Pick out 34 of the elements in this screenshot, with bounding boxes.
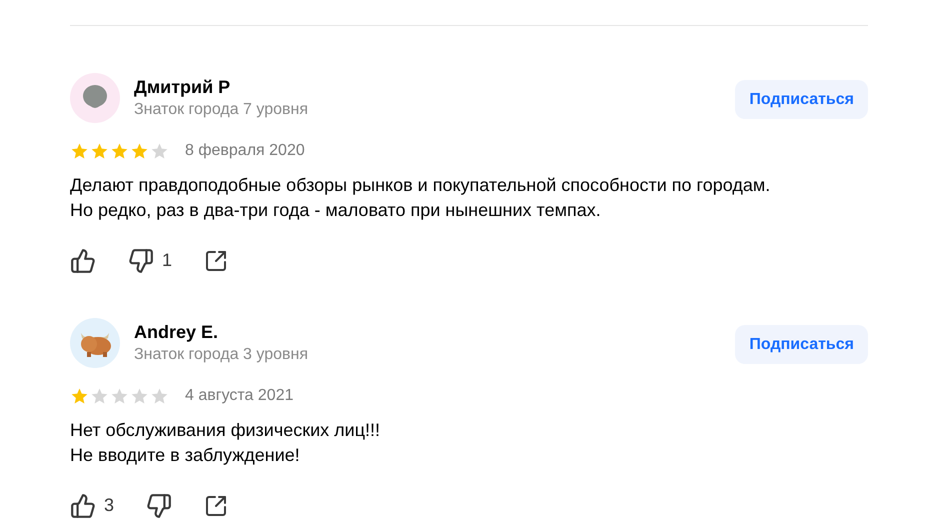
review-text: Делают правдоподобные обзоры рынков и покупательной способности по городам. [70, 174, 772, 197]
dislike-button[interactable] [146, 492, 172, 518]
star-icon [130, 387, 149, 405]
thumbs-up-icon [70, 492, 96, 518]
subscribe-button[interactable]: Подписаться [735, 80, 868, 119]
subscribe-button[interactable]: Подписаться [735, 325, 868, 364]
star-icon [110, 142, 129, 160]
author-level: Знаток города 7 уровня [134, 100, 310, 120]
star-icon [150, 142, 169, 160]
review-text: Нет обслуживания физических лиц!!! [70, 419, 382, 442]
share-icon [204, 248, 228, 272]
review-text: Но редко, раз в два-три года - маловато при нынешних темпах. [70, 199, 602, 222]
star-icon [90, 142, 109, 160]
star-icon [70, 387, 89, 405]
author-name: Дмитрий Р [134, 76, 232, 99]
share-icon [204, 494, 228, 518]
star-icon [130, 142, 149, 160]
star-icon [70, 142, 89, 160]
star-icon [90, 387, 109, 405]
review-text: Не вводите в заблуждение! [70, 444, 301, 467]
author-level: Знаток города 3 уровня [134, 345, 310, 365]
author-name: Andrey E. [134, 321, 220, 344]
thumbs-down-icon [128, 248, 154, 274]
share-button[interactable] [204, 494, 228, 518]
review-date: 4 августа 2021 [185, 386, 294, 406]
share-button[interactable] [204, 248, 228, 272]
thumbs-down-icon [146, 492, 172, 518]
dislike-button[interactable]: 1 [128, 247, 172, 274]
star-icon [150, 387, 169, 405]
like-button[interactable] [70, 248, 96, 274]
review-date: 8 февраля 2020 [185, 141, 305, 161]
star-icon [110, 387, 129, 405]
like-button[interactable]: 3 [70, 492, 114, 519]
thumbs-up-icon [70, 248, 96, 274]
